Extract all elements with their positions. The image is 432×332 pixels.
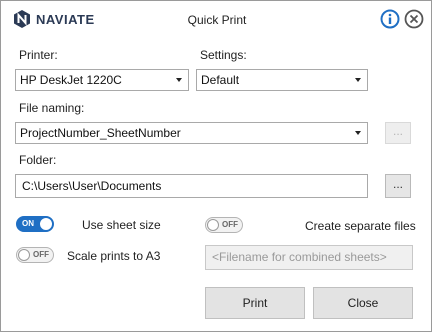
file-naming-label: File naming: bbox=[19, 101, 85, 115]
toggle-knob bbox=[40, 218, 52, 230]
info-button[interactable] bbox=[380, 9, 400, 32]
window-title: Quick Print bbox=[187, 13, 247, 27]
scale-prints-label: Scale prints to A3 bbox=[67, 249, 161, 263]
settings-select-value: Default bbox=[201, 73, 240, 87]
info-icon bbox=[380, 9, 400, 29]
combined-filename-input[interactable]: <Filename for combined sheets> bbox=[205, 245, 413, 270]
folder-browse-button[interactable]: ... bbox=[385, 174, 411, 198]
file-naming-browse-button[interactable]: ... bbox=[385, 122, 411, 144]
print-button-label: Print bbox=[242, 296, 268, 310]
toggle-state: OFF bbox=[33, 250, 49, 259]
scale-prints-toggle[interactable]: OFF bbox=[16, 247, 54, 263]
chevron-down-icon bbox=[176, 78, 182, 82]
use-sheet-size-label: Use sheet size bbox=[82, 218, 161, 232]
use-sheet-size-toggle[interactable]: ON bbox=[16, 216, 54, 232]
file-naming-select[interactable]: ProjectNumber_SheetNumber bbox=[15, 122, 368, 144]
print-button[interactable]: Print bbox=[205, 287, 305, 319]
close-icon bbox=[404, 9, 424, 29]
folder-label: Folder: bbox=[19, 153, 57, 167]
close-button-label: Close bbox=[347, 296, 379, 310]
file-naming-select-value: ProjectNumber_SheetNumber bbox=[20, 126, 181, 140]
printer-select[interactable]: HP DeskJet 1220C bbox=[15, 69, 189, 91]
close-button-header[interactable] bbox=[404, 9, 424, 32]
create-separate-files-label: Create separate files bbox=[305, 219, 416, 233]
toggle-state: OFF bbox=[222, 220, 238, 229]
close-button[interactable]: Close bbox=[313, 287, 413, 319]
settings-select[interactable]: Default bbox=[196, 69, 368, 91]
printer-select-value: HP DeskJet 1220C bbox=[20, 73, 122, 87]
create-separate-files-toggle[interactable]: OFF bbox=[205, 217, 243, 233]
toggle-knob bbox=[207, 219, 219, 231]
quick-print-window: NAVIATE Quick Print Printer: HP DeskJet … bbox=[0, 0, 432, 332]
chevron-down-icon bbox=[355, 131, 361, 135]
printer-label: Printer: bbox=[19, 48, 58, 62]
toggle-state: ON bbox=[22, 219, 34, 228]
settings-label: Settings: bbox=[200, 48, 247, 62]
folder-input[interactable]: C:\Users\User\Documents bbox=[15, 174, 368, 198]
chevron-down-icon bbox=[355, 78, 361, 82]
toggle-knob bbox=[18, 249, 30, 261]
